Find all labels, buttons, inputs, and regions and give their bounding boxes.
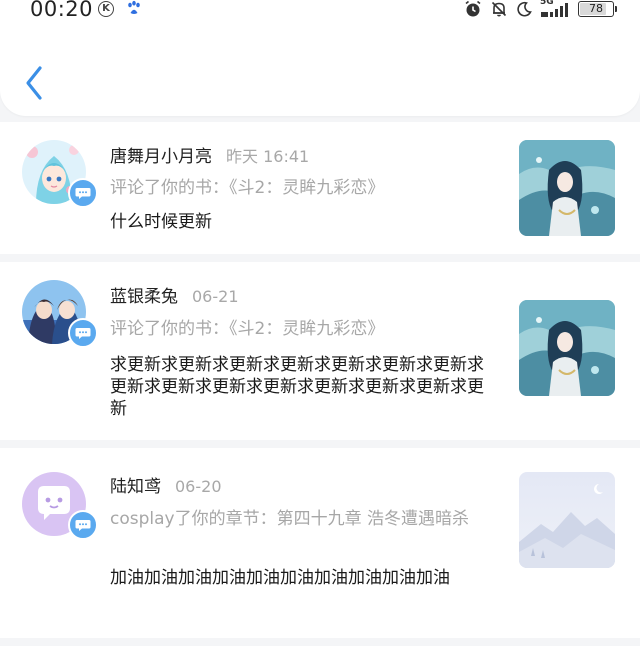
timestamp: 06-21 (192, 287, 239, 306)
battery-indicator: 78 (578, 1, 617, 17)
notification-item[interactable]: 蓝银柔兔 06-21 评论了你的书：《斗2：灵眸九彩恋》 求更新求更新求更新求更新… (0, 262, 640, 440)
action-text[interactable]: cosplay了你的章节：第四十九章 浩冬遭遇暗杀 (110, 507, 485, 531)
mute-bell-icon (491, 1, 507, 17)
action-text[interactable]: 评论了你的书：《斗2：灵眸九彩恋》 (110, 317, 485, 341)
comment-content: 什么时候更新 (110, 212, 212, 232)
name-row: 唐舞月小月亮 昨天 16:41 (110, 142, 309, 167)
user-name[interactable]: 蓝银柔兔 (110, 287, 178, 307)
comment-content: 求更新求更新求更新求更新求更新求更新求更新求更新求更新求更新求更新求更新求更新求… (110, 355, 484, 419)
comment-badge-icon (68, 510, 98, 540)
comment-content: 加油加油加油加油加油加油加油加油加油加油 (110, 568, 450, 588)
comment-badge-icon (68, 178, 98, 208)
book-cover-thumbnail[interactable] (519, 300, 615, 396)
paw-icon (128, 0, 140, 14)
notification-item[interactable]: 陆知鸢 06-20 cosplay了你的章节：第四十九章 浩冬遭遇暗杀 加油加油加… (0, 448, 640, 638)
battery-level: 78 (589, 2, 603, 15)
status-icons: 5G 78 (464, 0, 617, 18)
notification-item[interactable]: 唐舞月小月亮 昨天 16:41 评论了你的书：《斗2：灵眸九彩恋》 什么时候更新 (0, 122, 640, 254)
signal-bars-icon (541, 3, 568, 17)
user-name[interactable]: 唐舞月小月亮 (110, 147, 212, 167)
k-app-icon: K (98, 1, 114, 17)
book-cover-thumbnail[interactable] (519, 140, 615, 236)
alarm-icon (465, 0, 481, 17)
notification-list: 唐舞月小月亮昨天 16:41 评论了你的书：《斗2：灵眸九彩恋》 什么时候更新 (0, 122, 640, 646)
status-time: 00:20 (30, 0, 94, 21)
comment-badge-icon (68, 318, 98, 348)
moon-icon (517, 1, 532, 17)
signal-indicator: 5G (540, 0, 570, 18)
user-name[interactable]: 陆知鸢 (110, 477, 161, 497)
timestamp: 06-20 (175, 477, 222, 496)
action-text[interactable]: 评论了你的书：《斗2：灵眸九彩恋》 (110, 176, 485, 200)
status-bar: 00:20 K 5G 78 (0, 0, 640, 22)
name-row: 陆知鸢 06-20 (110, 472, 222, 497)
back-button[interactable] (20, 64, 52, 102)
timestamp: 昨天 16:41 (226, 147, 310, 166)
name-row: 蓝银柔兔 06-21 (110, 282, 239, 307)
chevron-left-icon (26, 66, 42, 100)
chapter-thumbnail[interactable] (519, 472, 615, 568)
